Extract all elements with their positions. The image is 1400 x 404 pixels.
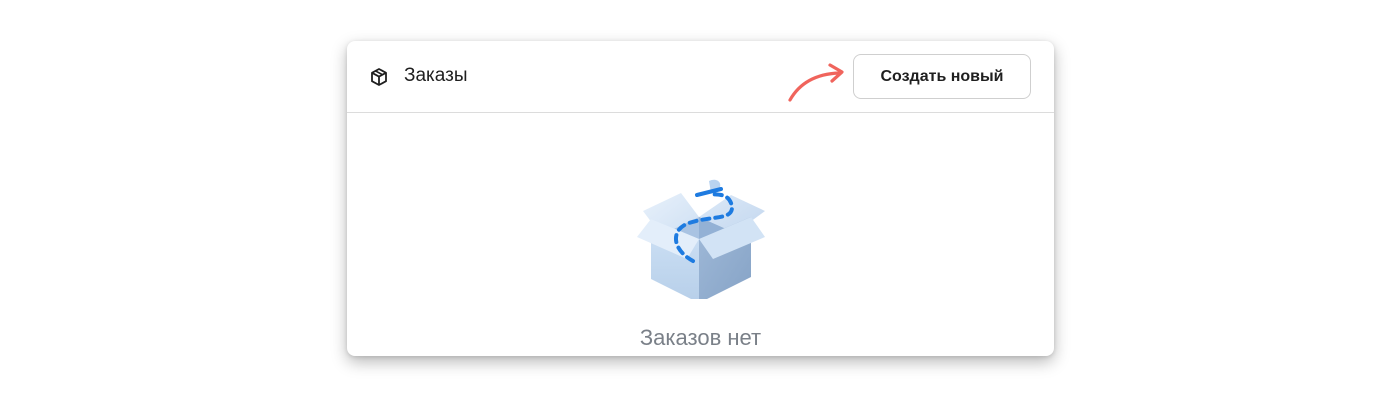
empty-state-message: Заказов нет [639,325,762,350]
empty-box-icon [637,179,765,299]
orders-card: Заказы Создать новый Заказов нет [347,41,1054,356]
pointer-arrow-icon [788,63,844,102]
create-new-button[interactable]: Создать новый [853,54,1031,99]
stage: Заказы Создать новый Заказов нет [0,0,1400,404]
card-header: Заказы Создать новый [347,41,1054,113]
package-icon [371,68,387,86]
page-title: Заказы [404,65,468,86]
